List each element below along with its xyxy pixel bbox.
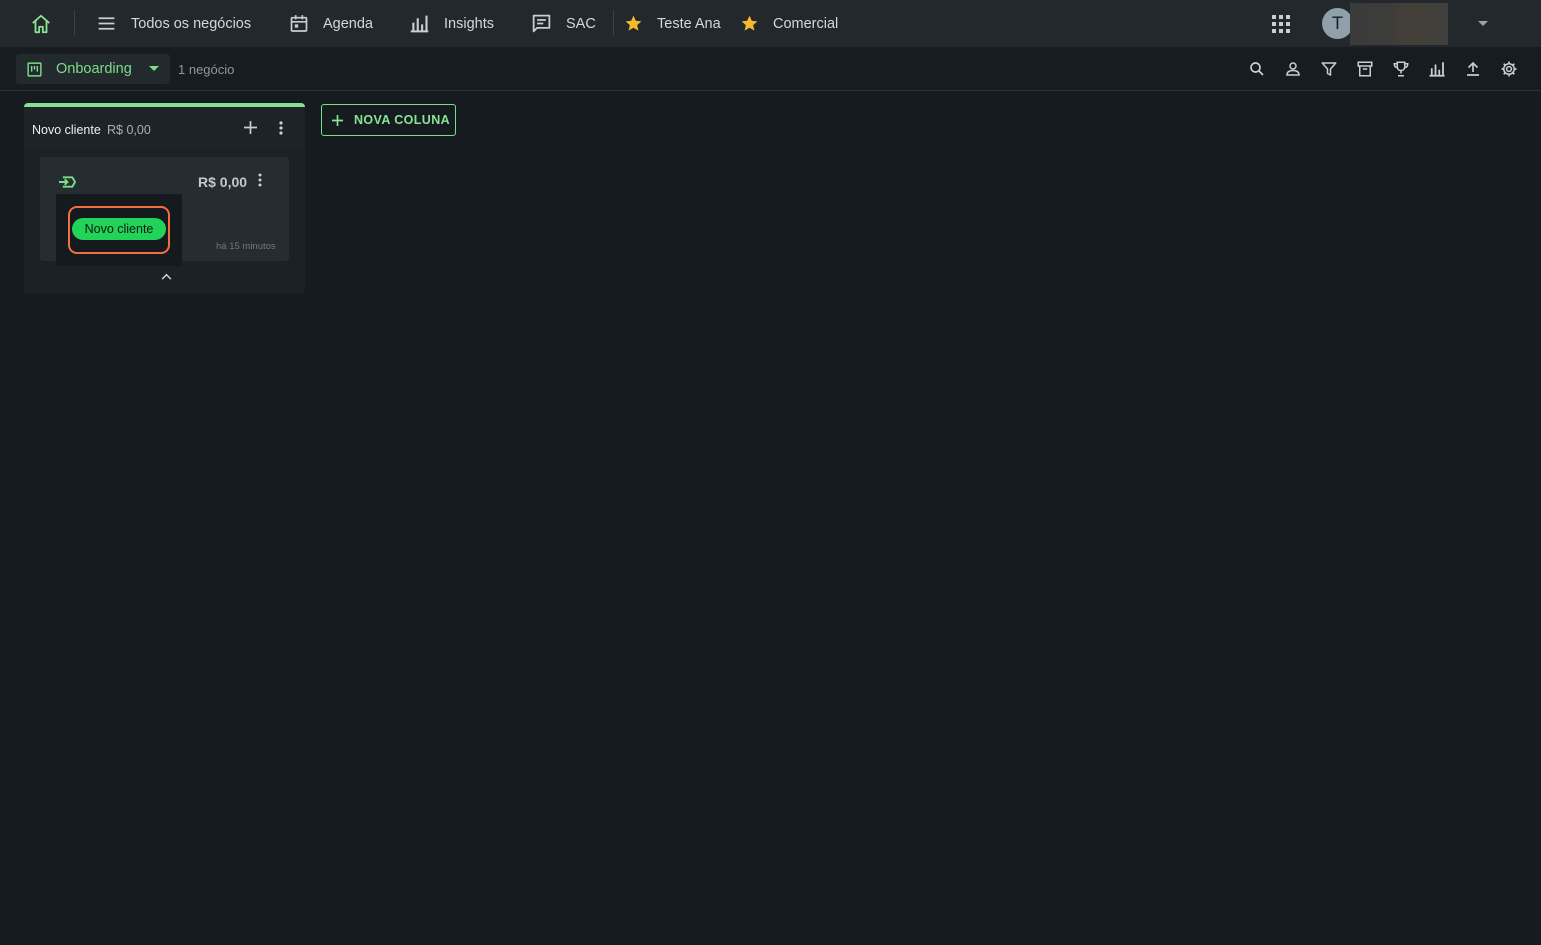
user-name-redacted[interactable]	[1350, 3, 1448, 45]
pipeline-select[interactable]: Onboarding	[16, 54, 170, 84]
deal-value: R$ 0,00	[198, 174, 248, 190]
nav-item-label: Comercial	[773, 15, 839, 32]
kanban-icon	[27, 61, 42, 77]
list-icon	[98, 17, 115, 30]
archive-icon[interactable]	[1356, 60, 1374, 78]
trophy-icon[interactable]	[1392, 60, 1410, 78]
chat-icon	[532, 14, 551, 33]
nav-item-comercial[interactable]: Comercial	[740, 0, 838, 47]
deal-entry-icon	[59, 176, 76, 188]
user-menu-dropdown[interactable]	[1477, 0, 1489, 47]
upload-icon[interactable]	[1464, 60, 1482, 78]
bar-chart-icon	[410, 15, 429, 33]
gear-icon[interactable]	[1500, 60, 1518, 78]
nav-item-label: Todos os negócios	[131, 15, 252, 32]
column-total: R$ 0,00	[107, 123, 151, 137]
board-toolbar: Onboarding 1 negócio	[0, 47, 1541, 91]
plus-icon	[332, 114, 343, 126]
avatar[interactable]: T	[1322, 8, 1353, 39]
tag-popup: Novo cliente	[56, 194, 182, 266]
nav-item-sac[interactable]: SAC	[531, 0, 596, 47]
top-navigation: Todos os negócios Agenda Insights SAC Te…	[0, 0, 1541, 47]
star-icon	[625, 15, 642, 31]
pipeline-name: Onboarding	[56, 61, 132, 77]
bar-chart-icon[interactable]	[1428, 60, 1446, 78]
add-deal-icon[interactable]	[244, 121, 257, 134]
column-header: Novo cliente R$ 0,00	[24, 107, 305, 145]
column-title: Novo cliente	[32, 123, 101, 137]
nav-item-label: SAC	[566, 15, 596, 32]
apps-button[interactable]	[1272, 0, 1290, 47]
nav-divider	[613, 10, 614, 36]
deal-count: 1 negócio	[178, 62, 235, 77]
nav-item-label: Agenda	[323, 15, 373, 32]
caret-down-icon	[1478, 20, 1488, 26]
new-column-button[interactable]: NOVA COLUNA	[321, 104, 456, 136]
search-icon[interactable]	[1248, 60, 1266, 78]
filter-icon[interactable]	[1320, 60, 1338, 78]
column-menu-icon[interactable]	[279, 121, 283, 135]
nav-item-todos-negocios[interactable]: Todos os negócios	[96, 0, 251, 47]
board-column: Novo cliente R$ 0,00 R$ 0,00 há 15 minut…	[24, 103, 305, 294]
deal-card[interactable]: R$ 0,00 há 15 minutos Novo cliente	[40, 157, 289, 266]
nav-item-label: Insights	[444, 15, 494, 32]
column-body: R$ 0,00 há 15 minutos Novo cliente	[24, 149, 305, 294]
nav-item-insights[interactable]: Insights	[409, 0, 494, 47]
deal-timestamp: há 15 minutos	[216, 241, 276, 252]
stage-tag[interactable]: Novo cliente	[72, 218, 166, 240]
nav-item-label: Teste Ana	[657, 15, 721, 32]
nav-item-agenda[interactable]: Agenda	[289, 0, 373, 47]
home-icon	[32, 14, 50, 33]
apps-grid-icon	[1272, 14, 1290, 33]
star-icon	[741, 15, 758, 31]
nav-item-teste-ana[interactable]: Teste Ana	[624, 0, 721, 47]
person-filter-icon[interactable]	[1284, 60, 1302, 78]
nav-divider	[74, 10, 75, 36]
calendar-icon	[290, 15, 308, 32]
caret-down-icon	[148, 66, 159, 71]
home-button[interactable]	[30, 0, 52, 47]
card-menu-icon[interactable]	[258, 173, 262, 187]
new-column-label: NOVA COLUNA	[354, 113, 451, 127]
chevron-up-icon[interactable]	[161, 273, 172, 280]
